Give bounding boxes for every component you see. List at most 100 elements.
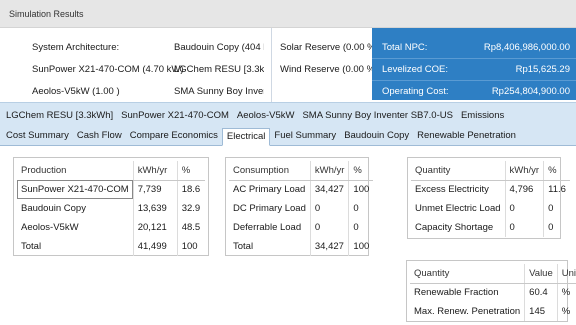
levelized-coe-value: Rp15,625.29 bbox=[515, 64, 570, 75]
table-row: Renewable Fraction 60.4 % bbox=[410, 282, 576, 302]
consumption-table: Consumption kWh/yr % AC Primary Load 34,… bbox=[229, 161, 374, 256]
units-header: Units bbox=[556, 264, 576, 284]
consumption-kwh: 0 bbox=[309, 218, 349, 237]
tab-sunpower[interactable]: SunPower X21-470-COM bbox=[117, 108, 233, 124]
tab-renewable-penetration[interactable]: Renewable Penetration bbox=[413, 128, 520, 144]
levelized-coe-label: Levelized COE: bbox=[382, 64, 449, 75]
production-kwh: 41,499 bbox=[132, 237, 178, 256]
solar-reserve: Solar Reserve (0.00 %) bbox=[280, 42, 379, 53]
table-row: Aeolos-V5kW 20,121 48.5 bbox=[17, 218, 205, 237]
reserve-panel: Solar Reserve (0.00 %) Wind Reserve (0.0… bbox=[271, 28, 379, 102]
quantity-name: Excess Electricity bbox=[411, 179, 506, 199]
tab-compare-economics[interactable]: Compare Economics bbox=[126, 128, 222, 144]
production-name: Baudouin Copy bbox=[21, 203, 86, 214]
value-header: Value bbox=[524, 264, 558, 284]
tab-cost-summary[interactable]: Cost Summary bbox=[2, 128, 73, 144]
operating-cost-label: Operating Cost: bbox=[382, 86, 449, 97]
quantity-name: Renewable Fraction bbox=[410, 282, 525, 302]
quantity-name: Max. Renew. Penetration bbox=[414, 306, 521, 317]
architecture-inverter: SMA Sunny Boy Inverte bbox=[174, 86, 264, 97]
table-row: Baudouin Copy 13,639 32.9 bbox=[17, 199, 205, 218]
cost-divider bbox=[372, 80, 576, 81]
consumption-name: AC Primary Load bbox=[229, 179, 311, 199]
consumption-percent: 100 bbox=[348, 237, 374, 256]
quantity-header: Quantity bbox=[411, 161, 506, 181]
production-kwh: 13,639 bbox=[132, 199, 178, 218]
consumption-percent: 0 bbox=[348, 199, 374, 218]
consumption-name: Deferrable Load bbox=[233, 222, 302, 233]
operating-cost-value: Rp254,804,900.00 bbox=[491, 86, 570, 97]
kwh-header: kWh/yr bbox=[309, 161, 349, 181]
tab-aeolos[interactable]: Aeolos-V5kW bbox=[233, 108, 299, 124]
total-npc-value: Rp8,406,986,000.00 bbox=[483, 42, 570, 53]
cost-summary-panel: Total NPC: Rp8,406,986,000.00 Levelized … bbox=[372, 28, 576, 100]
renewable-quantity-table: Quantity Value Units Renewable Fraction … bbox=[410, 264, 576, 321]
quantity-value: 60.4 bbox=[524, 282, 558, 302]
quantity-kwh: 4,796 bbox=[504, 179, 544, 199]
quantity-units: % bbox=[556, 282, 576, 302]
table-row: DC Primary Load 0 0 bbox=[229, 199, 374, 218]
tab-baudouin-copy[interactable]: Baudouin Copy bbox=[340, 128, 413, 144]
table-row: Excess Electricity 4,796 11.6 bbox=[411, 179, 570, 199]
tab-sma-inverter[interactable]: SMA Sunny Boy Inventer SB7.0-US bbox=[298, 108, 457, 124]
architecture-generator: Baudouin Copy (404 kW bbox=[174, 42, 264, 53]
consumption-percent: 100 bbox=[348, 179, 374, 199]
quantity-header: Quantity bbox=[410, 264, 525, 284]
tab-emissions[interactable]: Emissions bbox=[457, 108, 508, 124]
production-name: Total bbox=[21, 241, 42, 252]
quantity-percent: 11.6 bbox=[543, 179, 570, 199]
tab-cash-flow[interactable]: Cash Flow bbox=[73, 128, 126, 144]
table-row: SunPower X21-470-COM 7,739 18.6 bbox=[17, 179, 205, 199]
architecture-wind: Aeolos-V5kW (1.00 ) bbox=[32, 86, 120, 97]
system-architecture-label: System Architecture: bbox=[32, 42, 120, 53]
table-row: Capacity Shortage 0 0 bbox=[411, 218, 570, 237]
table-row: Unmet Electric Load 0 0 bbox=[411, 199, 570, 218]
production-name: SunPower X21-470-COM bbox=[17, 179, 134, 199]
tab-electrical[interactable]: Electrical bbox=[221, 128, 271, 146]
quantity-name: Capacity Shortage bbox=[415, 222, 494, 233]
percent-header: % bbox=[348, 161, 374, 181]
production-name: Aeolos-V5kW bbox=[21, 222, 79, 233]
production-percent: 32.9 bbox=[176, 199, 205, 218]
results-tab-bar: LGChem RESU [3.3kWh] SunPower X21-470-CO… bbox=[0, 102, 576, 146]
quantity-kwh: 0 bbox=[504, 218, 544, 237]
percent-header: % bbox=[543, 161, 570, 181]
tab-fuel-summary[interactable]: Fuel Summary bbox=[270, 128, 340, 144]
table-row: Total 41,499 100 bbox=[17, 237, 205, 256]
consumption-kwh: 0 bbox=[309, 199, 349, 218]
quantity-name: Unmet Electric Load bbox=[415, 203, 501, 214]
tab-row-results: Cost Summary Cash Flow Compare Economics… bbox=[2, 127, 520, 146]
table-row: Max. Renew. Penetration 145 % bbox=[410, 302, 576, 321]
kwh-header: kWh/yr bbox=[132, 161, 178, 181]
production-header: Production bbox=[17, 161, 134, 181]
consumption-percent: 0 bbox=[348, 218, 374, 237]
consumption-header: Consumption bbox=[229, 161, 311, 181]
window-titlebar: Simulation Results bbox=[0, 0, 576, 28]
wind-reserve: Wind Reserve (0.00 %) bbox=[280, 64, 379, 75]
architecture-battery: LGChem RESU [3.3kWh] bbox=[174, 64, 264, 75]
table-row: AC Primary Load 34,427 100 bbox=[229, 179, 374, 199]
quantity-percent: 0 bbox=[543, 199, 570, 218]
consumption-name: Total bbox=[233, 241, 254, 252]
window-title: Simulation Results bbox=[9, 9, 84, 19]
production-percent: 100 bbox=[176, 237, 205, 256]
quantity-percent: 0 bbox=[543, 218, 570, 237]
tab-row-components: LGChem RESU [3.3kWh] SunPower X21-470-CO… bbox=[2, 107, 508, 125]
consumption-kwh: 34,427 bbox=[309, 179, 349, 199]
quantity-value: 145 bbox=[524, 302, 558, 321]
production-percent: 18.6 bbox=[176, 179, 205, 199]
production-kwh: 7,739 bbox=[132, 179, 178, 199]
consumption-name: DC Primary Load bbox=[233, 203, 306, 214]
table-row: Total 34,427 100 bbox=[229, 237, 374, 256]
kwh-header: kWh/yr bbox=[504, 161, 544, 181]
excess-quantity-table: Quantity kWh/yr % Excess Electricity 4,7… bbox=[411, 161, 570, 237]
total-npc-label: Total NPC: bbox=[382, 42, 428, 53]
table-row: Deferrable Load 0 0 bbox=[229, 218, 374, 237]
production-kwh: 20,121 bbox=[132, 218, 178, 237]
production-percent: 48.5 bbox=[176, 218, 205, 237]
architecture-pv: SunPower X21-470-COM (4.70 kW) bbox=[32, 64, 184, 75]
production-table: Production kWh/yr % SunPower X21-470-COM… bbox=[17, 161, 205, 256]
quantity-units: % bbox=[556, 302, 576, 321]
consumption-kwh: 34,427 bbox=[309, 237, 349, 256]
tab-lgchem[interactable]: LGChem RESU [3.3kWh] bbox=[2, 108, 117, 124]
